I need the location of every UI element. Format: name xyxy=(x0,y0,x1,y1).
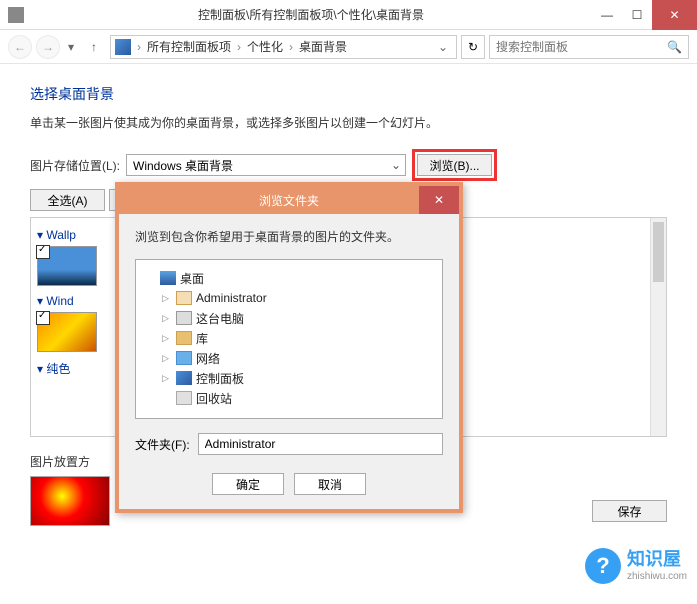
browse-button[interactable]: 浏览(B)... xyxy=(417,154,492,176)
forward-button[interactable]: → xyxy=(36,35,60,59)
tree-label: 桌面 xyxy=(180,270,204,287)
breadcrumb-item[interactable]: 个性化 xyxy=(247,38,283,55)
tree-label: Administrator xyxy=(196,291,267,305)
search-icon[interactable]: 🔍 xyxy=(667,40,682,54)
close-button[interactable]: ✕ xyxy=(652,0,697,30)
back-button[interactable]: ← xyxy=(8,35,32,59)
bin-icon xyxy=(176,391,192,405)
refresh-button[interactable]: ↻ xyxy=(461,35,485,59)
location-row: 图片存储位置(L): Windows 桌面背景 ⌄ 浏览(B)... xyxy=(30,149,667,181)
history-dropdown-icon[interactable]: ▾ xyxy=(64,35,78,59)
location-label: 图片存储位置(L): xyxy=(30,157,120,174)
tree-label: 这台电脑 xyxy=(196,310,244,327)
wallpaper-thumbnail[interactable] xyxy=(37,246,97,286)
control-panel-icon xyxy=(115,39,131,55)
expand-icon[interactable]: ▷ xyxy=(162,313,172,324)
checkbox-icon[interactable] xyxy=(36,245,50,259)
watermark-text: 知识屋 zhishiwu.com xyxy=(627,549,687,583)
watermark: ? 知识屋 zhishiwu.com xyxy=(585,548,687,584)
folder-field-row: 文件夹(F): xyxy=(135,433,443,455)
page-subtitle: 单击某一张图片使其成为你的桌面背景，或选择多张图片以创建一个幻灯片。 xyxy=(30,114,667,131)
tree-node[interactable]: ▷ Administrator xyxy=(140,288,438,308)
minimize-button[interactable]: — xyxy=(592,0,622,30)
breadcrumb-item[interactable]: 桌面背景 xyxy=(299,38,347,55)
folder-input[interactable] xyxy=(198,433,443,455)
explorer-navbar: ← → ▾ ↑ › 所有控制面板项 › 个性化 › 桌面背景 ⌄ ↻ 🔍 xyxy=(0,30,697,64)
folder-tree[interactable]: 桌面▷Administrator▷这台电脑▷库▷网络▷控制面板回收站 xyxy=(135,259,443,419)
chevron-right-icon: › xyxy=(135,40,143,54)
search-input[interactable] xyxy=(496,40,667,54)
desktop-icon xyxy=(160,271,176,285)
browse-folder-dialog: 浏览文件夹 ✕ 浏览到包含你希望用于桌面背景的图片的文件夹。 桌面 ▷ Admini… xyxy=(115,182,463,513)
scrollbar-thumb[interactable] xyxy=(653,222,664,282)
tree-label: 回收站 xyxy=(196,390,232,407)
location-value: Windows 桌面背景 xyxy=(133,157,391,174)
select-all-button[interactable]: 全选(A) xyxy=(30,189,105,211)
tree-node[interactable]: 桌面 xyxy=(140,268,438,288)
tree-node[interactable]: 回收站 xyxy=(140,388,438,408)
expand-icon[interactable]: ▷ xyxy=(162,333,172,344)
location-dropdown[interactable]: Windows 桌面背景 ⌄ xyxy=(126,154,406,176)
expand-icon[interactable]: ▷ xyxy=(162,373,172,384)
ok-button[interactable]: 确定 xyxy=(212,473,284,495)
breadcrumb-item[interactable]: 所有控制面板项 xyxy=(147,38,231,55)
lib-icon xyxy=(176,331,192,345)
dialog-message: 浏览到包含你希望用于桌面背景的图片的文件夹。 xyxy=(135,228,443,245)
page-heading: 选择桌面背景 xyxy=(30,84,667,104)
checkbox-icon[interactable] xyxy=(36,311,50,325)
dialog-titlebar: 浏览文件夹 ✕ xyxy=(119,186,459,214)
dialog-button-row: 确定 取消 xyxy=(135,473,443,495)
scrollbar[interactable] xyxy=(650,218,666,436)
net-icon xyxy=(176,351,192,365)
maximize-button[interactable]: ☐ xyxy=(622,0,652,30)
chevron-down-icon: ⌄ xyxy=(391,158,401,172)
tree-label: 网络 xyxy=(196,350,220,367)
search-box[interactable]: 🔍 xyxy=(489,35,689,59)
tree-node[interactable]: ▷库 xyxy=(140,328,438,348)
dialog-body: 浏览到包含你希望用于桌面背景的图片的文件夹。 桌面▷Administrator▷… xyxy=(119,214,459,509)
tree-node[interactable]: ▷ 网络 xyxy=(140,348,438,368)
wallpaper-thumbnail[interactable] xyxy=(37,312,97,352)
window-title: 控制面板\所有控制面板项\个性化\桌面背景 xyxy=(30,6,592,23)
address-dropdown-icon[interactable]: ⌄ xyxy=(434,40,452,54)
placement-preview[interactable] xyxy=(30,476,110,526)
pc-icon xyxy=(176,311,192,325)
expand-icon[interactable]: ▷ xyxy=(162,293,172,304)
save-button[interactable]: 保存 xyxy=(592,500,667,522)
address-bar[interactable]: › 所有控制面板项 › 个性化 › 桌面背景 ⌄ xyxy=(110,35,457,59)
tree-label: 控制面板 xyxy=(196,370,244,387)
cancel-button[interactable]: 取消 xyxy=(294,473,366,495)
dialog-close-button[interactable]: ✕ xyxy=(419,186,459,214)
chevron-right-icon: › xyxy=(287,40,295,54)
browse-highlight: 浏览(B)... xyxy=(412,149,497,181)
tree-node[interactable]: ▷ 这台电脑 xyxy=(140,308,438,328)
watermark-icon: ? xyxy=(585,548,621,584)
cp-icon xyxy=(176,371,192,385)
window-icon xyxy=(8,7,24,23)
window-controls: — ☐ ✕ xyxy=(592,0,697,30)
tree-label: 库 xyxy=(196,330,208,347)
folder-label: 文件夹(F): xyxy=(135,436,190,453)
chevron-right-icon: › xyxy=(235,40,243,54)
expand-icon[interactable]: ▷ xyxy=(162,353,172,364)
up-button[interactable]: ↑ xyxy=(82,35,106,59)
window-titlebar: 控制面板\所有控制面板项\个性化\桌面背景 — ☐ ✕ xyxy=(0,0,697,30)
user-icon xyxy=(176,291,192,305)
dialog-title: 浏览文件夹 xyxy=(259,192,319,209)
tree-node[interactable]: ▷ 控制面板 xyxy=(140,368,438,388)
